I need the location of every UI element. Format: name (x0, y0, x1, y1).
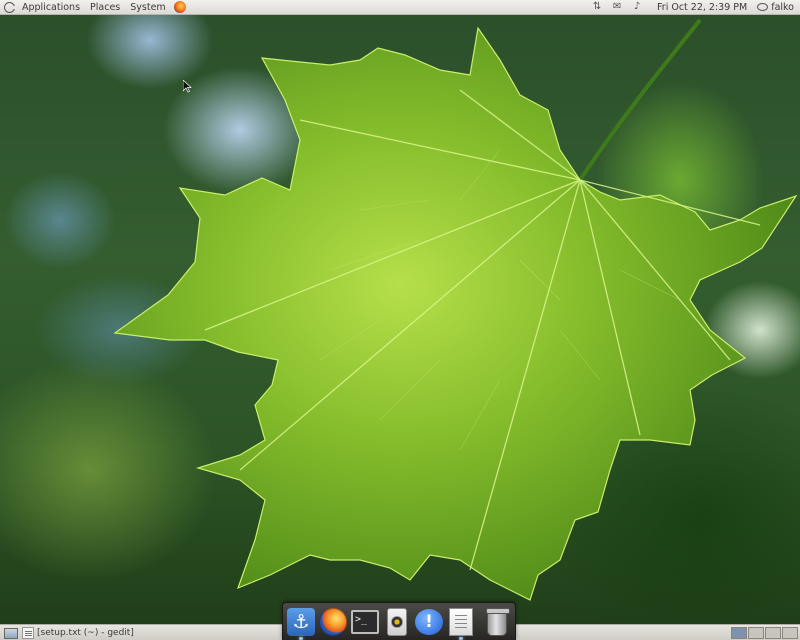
maple-leaf-image (113, 18, 798, 601)
dock-item-terminal[interactable]: >_ (350, 607, 380, 637)
network-icon[interactable]: ⇅ (591, 2, 603, 12)
firefox-icon (319, 608, 347, 636)
show-desktop-icon[interactable] (4, 627, 18, 639)
taskbar-window-button[interactable]: [setup.txt (~) - gedit] (2, 626, 282, 640)
workspace-3[interactable] (765, 627, 781, 639)
dock-item-trash[interactable] (482, 607, 512, 637)
workspace-switcher (730, 627, 798, 639)
gedit-icon (22, 627, 34, 639)
workspace-4[interactable] (782, 627, 798, 639)
system-menu[interactable]: System (125, 0, 170, 15)
desktop-wallpaper[interactable] (0, 0, 800, 640)
volume-icon[interactable]: ♪ (631, 2, 643, 12)
dock-item-anchor[interactable]: ⚓ (286, 607, 316, 640)
speaker-icon (387, 608, 407, 636)
applications-menu[interactable]: Applications (17, 0, 85, 15)
dock-item-text-editor[interactable] (446, 607, 476, 640)
ubuntu-logo-icon[interactable] (4, 1, 17, 13)
anchor-icon: ⚓ (287, 608, 315, 636)
dock-item-chat[interactable]: ! (414, 607, 444, 637)
mouse-cursor-icon (183, 80, 192, 93)
workspace-1[interactable] (731, 627, 747, 639)
clock[interactable]: Fri Oct 22, 2:39 PM (647, 0, 753, 15)
places-menu[interactable]: Places (85, 0, 125, 15)
text-editor-icon (449, 608, 473, 636)
trash-icon (486, 608, 510, 636)
dock-item-firefox[interactable] (318, 607, 348, 637)
terminal-icon: >_ (351, 610, 379, 634)
firefox-launcher-icon[interactable] (173, 1, 186, 13)
dock-item-speaker[interactable] (382, 607, 412, 637)
taskbar-window-title: [setup.txt (~) - gedit] (37, 628, 134, 638)
mail-icon[interactable]: ✉ (611, 2, 623, 12)
user-status-icon[interactable] (757, 3, 769, 11)
workspace-2[interactable] (748, 627, 764, 639)
user-name[interactable]: falko (768, 0, 800, 15)
top-panel: Applications Places System ⇅ ✉ ♪ Fri Oct… (0, 0, 800, 15)
dock: ⚓ >_ ! (282, 602, 516, 640)
chat-icon: ! (415, 609, 443, 635)
